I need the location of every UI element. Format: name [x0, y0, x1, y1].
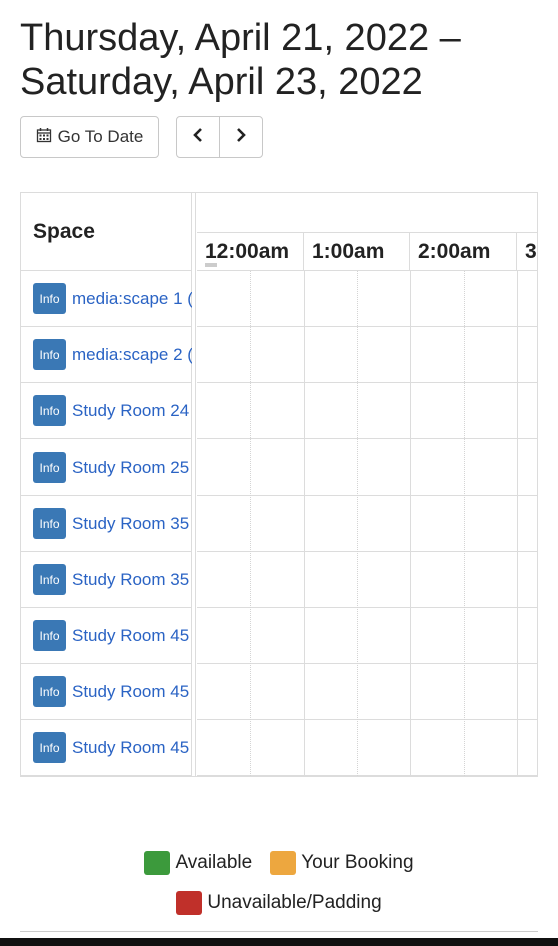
timeline-area[interactable]: 12:00am 1:00am 2:00am 3	[197, 193, 537, 776]
your-booking-swatch	[270, 851, 297, 875]
half-hour-line	[357, 271, 358, 776]
date-header	[197, 193, 537, 233]
info-button[interactable]: Info	[33, 508, 66, 539]
go-to-date-label: Go To Date	[57, 127, 144, 146]
timeline-row[interactable]	[197, 440, 537, 496]
info-button[interactable]: Info	[33, 339, 66, 370]
divider	[20, 931, 538, 932]
timeline-row[interactable]	[197, 383, 537, 439]
date-navigation	[176, 116, 263, 158]
space-column: Space Info media:scape 1 ( Info media:sc…	[21, 193, 192, 776]
info-button[interactable]: Info	[33, 564, 66, 595]
space-row: Info media:scape 2 (	[21, 327, 192, 383]
bottom-bar	[0, 938, 558, 946]
unavailable-swatch	[176, 891, 203, 915]
timeline-row[interactable]	[197, 720, 537, 776]
legend: Available Your Booking Unavailable/Paddi…	[0, 848, 558, 918]
scroll-indicator	[205, 263, 217, 267]
timeline-row[interactable]	[197, 608, 537, 664]
page-title: Thursday, April 21, 2022 – Saturday, Apr…	[20, 17, 461, 103]
timeline-row[interactable]	[197, 664, 537, 720]
next-button[interactable]	[219, 117, 262, 157]
half-hour-line	[250, 271, 251, 776]
previous-button[interactable]	[177, 117, 219, 157]
legend-unavailable-label: Unavailable/Padding	[207, 892, 382, 913]
room-link[interactable]: Study Room 35	[72, 514, 189, 534]
space-row: Info Study Room 35	[21, 496, 192, 552]
space-row: Info Study Room 45	[21, 720, 192, 776]
legend-available-label: Available	[175, 852, 253, 873]
space-row: Info Study Room 45	[21, 608, 192, 664]
legend-unavailable: Unavailable/Padding	[176, 891, 382, 915]
available-swatch	[144, 851, 171, 875]
chevron-right-icon	[234, 127, 248, 148]
half-hour-line	[464, 271, 465, 776]
hour-line	[517, 271, 518, 776]
info-button[interactable]: Info	[33, 452, 66, 483]
legend-available: Available	[144, 851, 252, 875]
timeline-row[interactable]	[197, 327, 537, 383]
space-row: Info Study Room 35	[21, 552, 192, 608]
room-link[interactable]: media:scape 1 (	[72, 289, 192, 309]
calendar-icon	[36, 127, 52, 148]
timeline-row[interactable]	[197, 496, 537, 552]
time-header: 2:00am	[410, 233, 517, 271]
hour-line	[410, 271, 411, 776]
space-row: Info Study Room 25	[21, 440, 192, 496]
hour-line	[304, 271, 305, 776]
space-header: Space	[21, 193, 192, 271]
space-row: Info Study Room 45	[21, 664, 192, 720]
legend-your-booking: Your Booking	[270, 851, 414, 875]
legend-your-booking-label: Your Booking	[301, 852, 414, 873]
booking-grid: Space Info media:scape 1 ( Info media:sc…	[20, 192, 538, 777]
space-row: Info Study Room 24	[21, 383, 192, 439]
space-row: Info media:scape 1 (	[21, 271, 192, 327]
column-resize-handle[interactable]	[192, 193, 196, 776]
info-button[interactable]: Info	[33, 283, 66, 314]
room-link[interactable]: Study Room 45	[72, 738, 189, 758]
room-link[interactable]: Study Room 45	[72, 626, 189, 646]
info-button[interactable]: Info	[33, 676, 66, 707]
time-header: 1:00am	[304, 233, 410, 271]
info-button[interactable]: Info	[33, 620, 66, 651]
info-button[interactable]: Info	[33, 732, 66, 763]
time-header: 3	[517, 233, 537, 271]
room-link[interactable]: Study Room 45	[72, 682, 189, 702]
room-link[interactable]: Study Room 35	[72, 570, 189, 590]
room-link[interactable]: media:scape 2 (	[72, 345, 192, 365]
timeline-row[interactable]	[197, 552, 537, 608]
info-button[interactable]: Info	[33, 395, 66, 426]
timeline-row[interactable]	[197, 271, 537, 327]
go-to-date-button[interactable]: Go To Date	[20, 116, 159, 158]
chevron-left-icon	[191, 127, 205, 148]
room-link[interactable]: Study Room 24	[72, 401, 189, 421]
room-link[interactable]: Study Room 25	[72, 458, 189, 478]
